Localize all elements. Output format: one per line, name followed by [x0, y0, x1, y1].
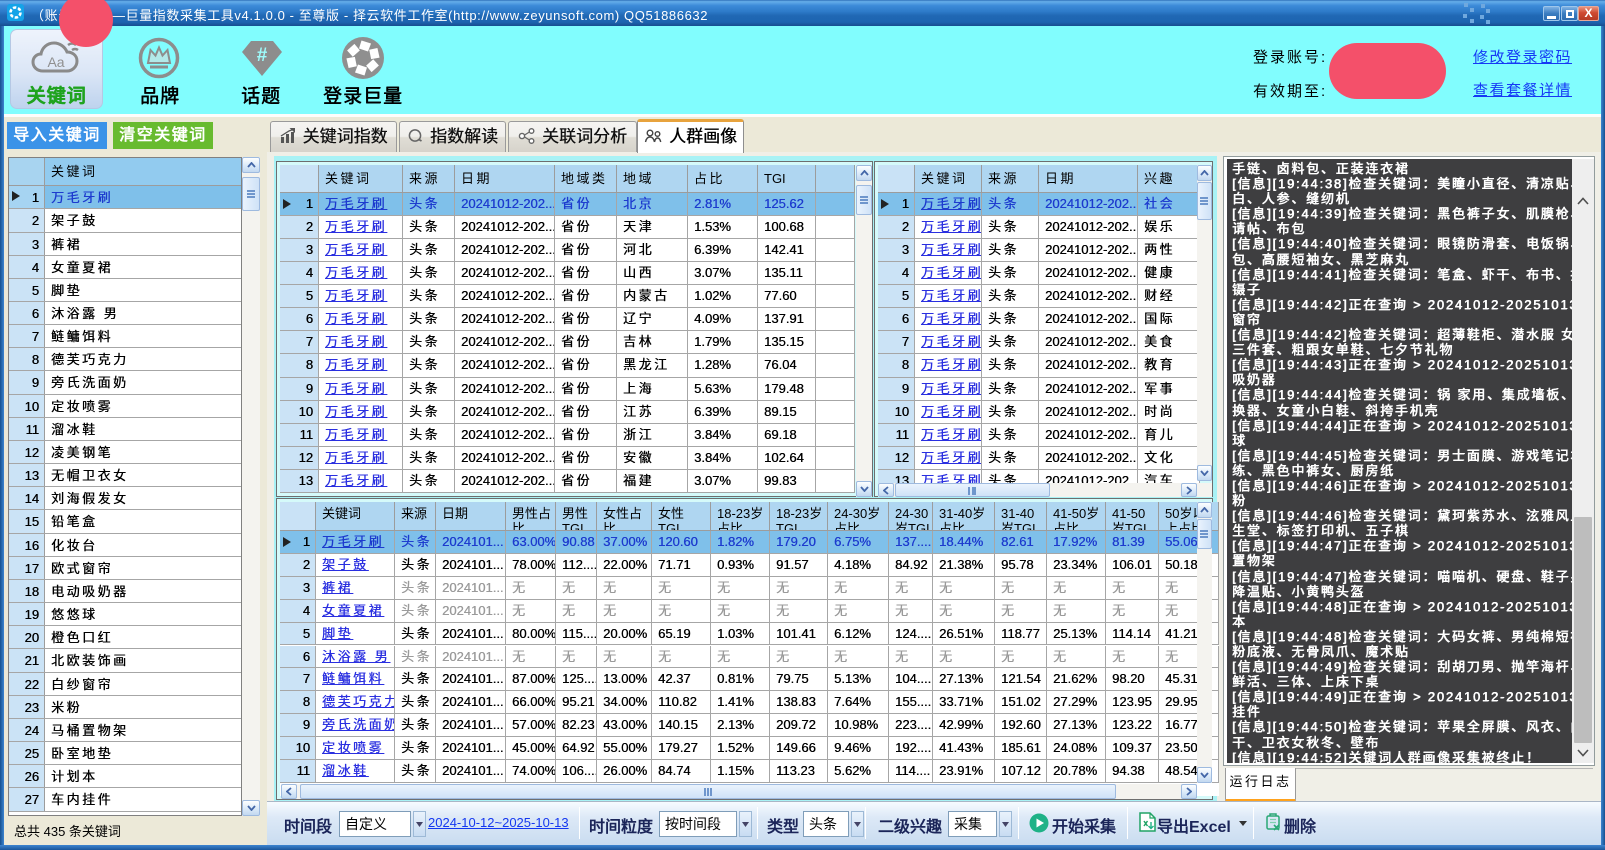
svg-text:Aa: Aa: [47, 54, 64, 70]
svg-text:#: #: [257, 45, 268, 66]
